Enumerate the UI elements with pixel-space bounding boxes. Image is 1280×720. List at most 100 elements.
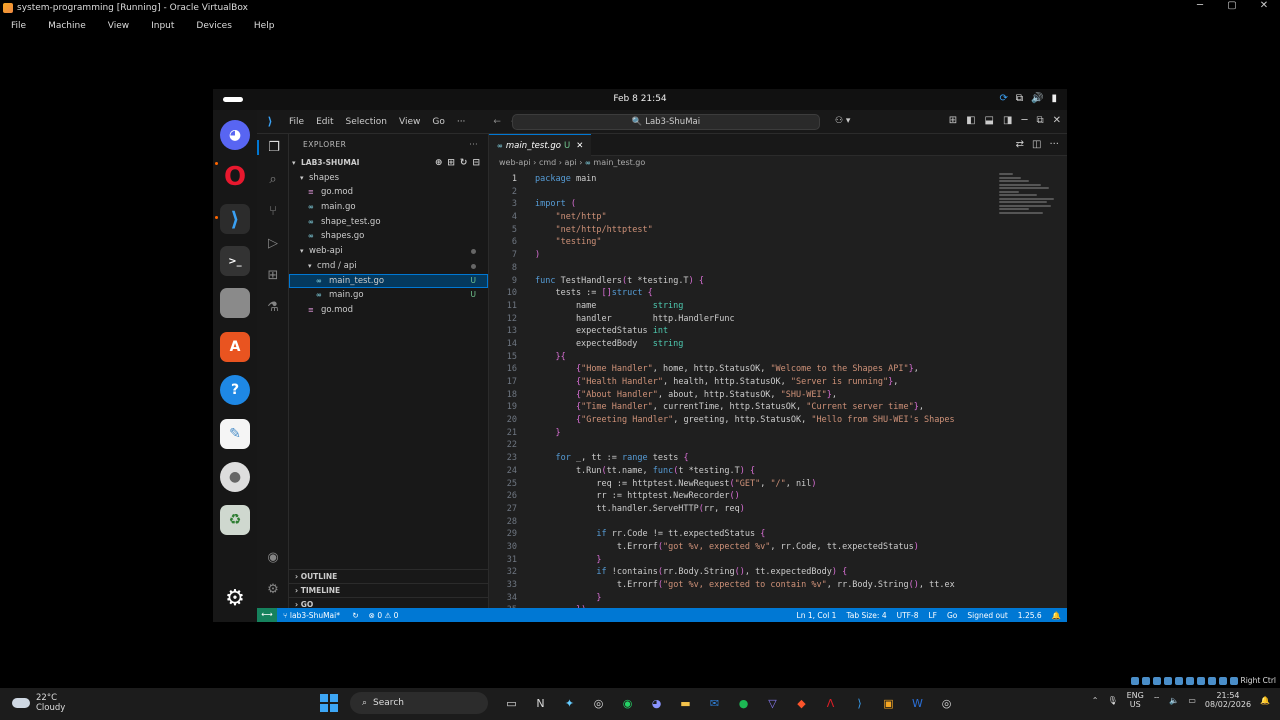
tree-item[interactable]: ∞ shape_test.go bbox=[289, 215, 488, 230]
network-icon[interactable]: ⧉ bbox=[1016, 93, 1023, 104]
battery-tray-icon[interactable]: ▭ bbox=[1188, 696, 1196, 705]
volume-tray-icon[interactable]: 🔈 bbox=[1169, 696, 1179, 705]
code-line[interactable]: 31 } bbox=[489, 554, 989, 567]
tree-item[interactable]: ∞ main_test.go U bbox=[289, 273, 488, 289]
account-status[interactable]: Signed out bbox=[967, 611, 1007, 620]
copilot-icon[interactable]: ⚇ ▾ bbox=[835, 116, 850, 126]
show-apps-icon[interactable]: ⚙ bbox=[220, 583, 250, 613]
code-line[interactable]: 2 bbox=[489, 186, 989, 199]
files-icon[interactable] bbox=[220, 288, 250, 318]
line-ending[interactable]: LF bbox=[928, 611, 937, 620]
guest-tray[interactable]: ⟳ ⧉ 🔊 ▮ bbox=[1000, 93, 1058, 104]
code-line[interactable]: 33 t.Errorf("got %v, expected to contain… bbox=[489, 579, 989, 592]
opera-icon[interactable]: O bbox=[220, 162, 250, 192]
menu-view[interactable]: View bbox=[393, 117, 426, 127]
maximize-icon[interactable]: ▢ bbox=[1216, 0, 1248, 11]
code-line[interactable]: 17 {"Health Handler", health, http.Statu… bbox=[489, 376, 989, 389]
code-line[interactable]: 18 {"About Handler", about, http.StatusO… bbox=[489, 389, 989, 402]
notification-bell-icon[interactable]: 🔔 bbox=[1260, 696, 1270, 705]
tab-main-test-go[interactable]: ∞ main_test.go U ✕ bbox=[489, 134, 592, 156]
tree-item[interactable]: ∞ main.go U bbox=[289, 288, 488, 303]
code-line[interactable]: 24 t.Run(tt.name, func(t *testing.T) { bbox=[489, 465, 989, 478]
breadcrumb-web-api[interactable]: web-api bbox=[499, 158, 531, 167]
code-line[interactable]: 22 bbox=[489, 439, 989, 452]
code-line[interactable]: 30 t.Errorf("got %v, expected %v", rr.Co… bbox=[489, 541, 989, 554]
close-icon[interactable]: ✕ bbox=[1248, 0, 1280, 11]
host-menu-machine[interactable]: Machine bbox=[37, 21, 97, 31]
collapse-all-icon[interactable]: ⊟ bbox=[472, 156, 480, 171]
tree-item[interactable]: ▾ web-api bbox=[289, 244, 488, 259]
go-version[interactable]: 1.25.6 bbox=[1018, 611, 1042, 620]
disc-icon[interactable]: ● bbox=[220, 462, 250, 492]
tray-overflow-icon[interactable]: ⌃ bbox=[1092, 696, 1099, 705]
spotify-icon[interactable]: ● bbox=[732, 692, 755, 714]
breadcrumb-file[interactable]: main_test.go bbox=[593, 158, 645, 167]
breadcrumb-cmd[interactable]: cmd bbox=[539, 158, 556, 167]
testing-icon[interactable]: ⚗ bbox=[257, 300, 289, 315]
code-line[interactable]: 34 } bbox=[489, 592, 989, 605]
tab-size[interactable]: Tab Size: 4 bbox=[846, 611, 886, 620]
code-editor[interactable]: 1 package main 2 3 import (4 "net/http" 5 "ne… bbox=[489, 173, 989, 611]
code-line[interactable]: 5 "net/http/httptest" bbox=[489, 224, 989, 237]
chrome-icon[interactable]: ◎ bbox=[935, 692, 958, 714]
taskbar-search[interactable]: ⌕ Search bbox=[350, 692, 488, 714]
code-line[interactable]: 13 expectedStatus int bbox=[489, 325, 989, 338]
code-line[interactable]: 10 tests := []struct { bbox=[489, 287, 989, 300]
battery-icon[interactable]: ▮ bbox=[1051, 93, 1057, 104]
start-button[interactable] bbox=[320, 694, 338, 712]
terminal-icon[interactable]: >_ bbox=[220, 246, 250, 276]
customize-layout-icon[interactable]: ⊞ bbox=[949, 115, 957, 126]
code-line[interactable]: 1 package main bbox=[489, 173, 989, 186]
tree-item[interactable]: ▾ cmd / api bbox=[289, 259, 488, 274]
back-arrow-icon[interactable]: ← bbox=[493, 117, 501, 127]
tree-item[interactable]: ∞ main.go bbox=[289, 200, 488, 215]
editor-more-icon[interactable]: ··· bbox=[1049, 139, 1059, 150]
code-line[interactable]: 8 bbox=[489, 262, 989, 275]
menu-edit[interactable]: Edit bbox=[310, 117, 339, 127]
code-line[interactable]: 20 {"Greeting Handler", greeting, http.S… bbox=[489, 414, 989, 427]
code-line[interactable]: 15 }{ bbox=[489, 351, 989, 364]
search-icon[interactable]: ⌕ bbox=[257, 172, 289, 187]
code-line[interactable]: 14 expectedBody string bbox=[489, 338, 989, 351]
whatsapp-icon[interactable]: ◉ bbox=[616, 692, 639, 714]
wifi-icon[interactable]: ⌔ bbox=[1153, 695, 1161, 705]
manage-gear-icon[interactable]: ⚙ bbox=[257, 582, 289, 597]
volume-icon[interactable]: 🔊 bbox=[1031, 93, 1043, 104]
code-line[interactable]: 32 if !contains(rr.Body.String(), tt.exp… bbox=[489, 566, 989, 579]
code-line[interactable]: 26 rr := httptest.NewRecorder() bbox=[489, 490, 989, 503]
language-mode[interactable]: Go bbox=[947, 611, 957, 620]
discord-taskbar-icon[interactable]: ◕ bbox=[645, 692, 668, 714]
toggle-secondary-sidebar-icon[interactable]: ◨ bbox=[1003, 115, 1012, 126]
code-line[interactable]: 11 name string bbox=[489, 300, 989, 313]
discord-icon[interactable]: ◕ bbox=[220, 120, 250, 150]
new-file-icon[interactable]: ⊕ bbox=[435, 156, 443, 171]
command-center[interactable]: 🔍 Lab3-ShuMai bbox=[512, 114, 820, 130]
menu-selection[interactable]: Selection bbox=[340, 117, 393, 127]
file-explorer-icon[interactable]: ▬ bbox=[674, 692, 697, 714]
code-line[interactable]: 27 tt.handler.ServeHTTP(rr, req) bbox=[489, 503, 989, 516]
app-center-icon[interactable]: A bbox=[220, 332, 250, 362]
host-menu-input[interactable]: Input bbox=[140, 21, 185, 31]
cursor-position[interactable]: Ln 1, Col 1 bbox=[797, 611, 837, 620]
source-control-icon[interactable]: ⑂ bbox=[257, 204, 289, 219]
vscode-restore-icon[interactable]: ⧉ bbox=[1036, 115, 1043, 126]
outlook-icon[interactable]: ✉ bbox=[703, 692, 726, 714]
refresh-explorer-icon[interactable]: ↻ bbox=[460, 156, 468, 171]
toggle-panel-icon[interactable]: ⬓ bbox=[985, 115, 994, 126]
account-icon[interactable]: ◉ bbox=[257, 550, 289, 565]
new-folder-icon[interactable]: ⊞ bbox=[447, 156, 455, 171]
notifications-icon[interactable]: 🔔 bbox=[1052, 611, 1061, 620]
menu-more[interactable]: ··· bbox=[451, 117, 472, 127]
menu-file[interactable]: File bbox=[283, 117, 310, 127]
minimize-icon[interactable]: ─ bbox=[1184, 0, 1216, 11]
extensions-icon[interactable]: ⊞ bbox=[257, 268, 289, 283]
tree-item[interactable]: ∞ shapes.go bbox=[289, 229, 488, 244]
acrobat-icon[interactable]: Λ bbox=[819, 692, 842, 714]
task-view-icon[interactable]: ▭ bbox=[500, 692, 523, 714]
vscode-minimize-icon[interactable]: ─ bbox=[1021, 115, 1027, 126]
code-line[interactable]: 6 "testing" bbox=[489, 236, 989, 249]
language-indicator[interactable]: ENG US bbox=[1127, 691, 1144, 709]
host-menu-file[interactable]: File bbox=[0, 21, 37, 31]
help-icon[interactable]: ? bbox=[220, 375, 250, 405]
explorer-icon[interactable]: ❐ bbox=[257, 140, 289, 155]
